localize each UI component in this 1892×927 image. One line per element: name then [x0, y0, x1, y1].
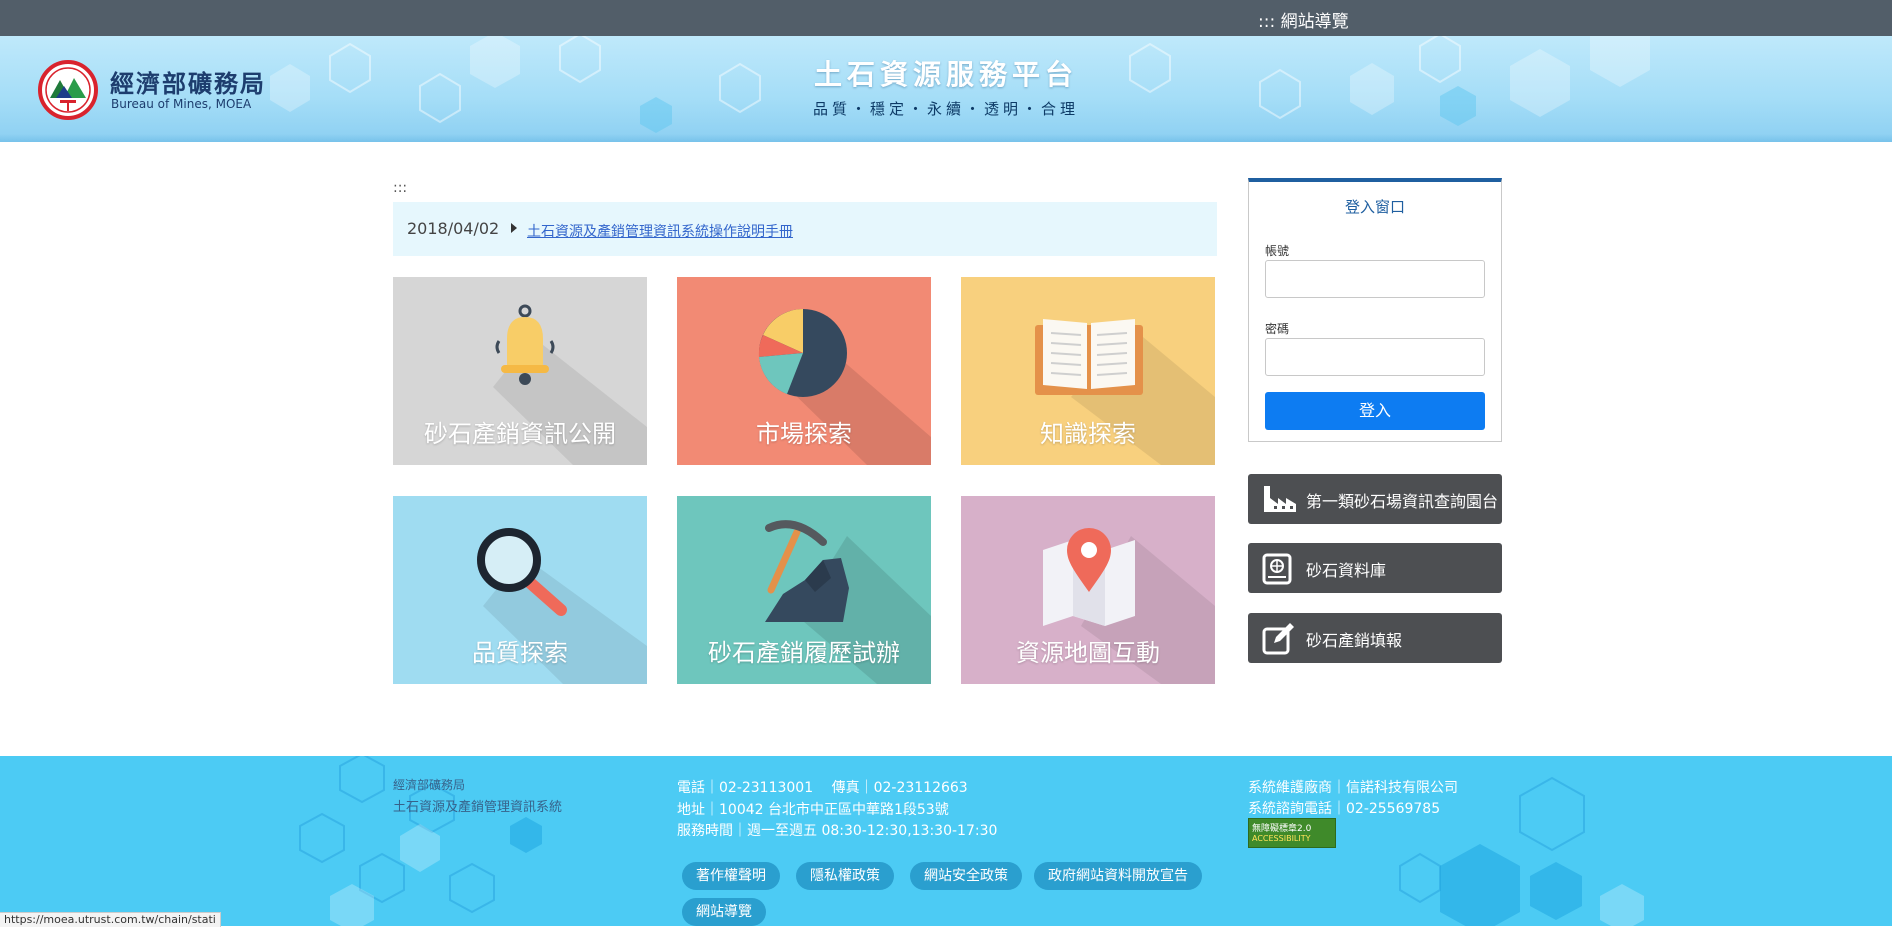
- pickaxe-rock-icon: [765, 520, 849, 622]
- tile-label: 砂石產銷資訊公開: [424, 420, 616, 448]
- login-title: 登入窗口: [1344, 198, 1405, 216]
- tile-traceability[interactable]: 砂石產銷履歷試辦: [677, 496, 931, 684]
- footer-link-privacy[interactable]: 隱私權政策: [796, 862, 894, 890]
- login-panel: 登入窗口 帳號 密碼 登入: [1248, 178, 1502, 442]
- tile-resource-map[interactable]: 資源地圖互動: [961, 496, 1215, 684]
- factory-icon: [1264, 486, 1296, 512]
- pie-chart-icon: [758, 309, 847, 397]
- bell-icon: [495, 304, 555, 385]
- footer-hours: 服務時間｜週一至週五 08:30-12:30,13:30-17:30: [677, 823, 998, 839]
- footer-system-name: 土石資源及產銷管理資訊系統: [393, 800, 563, 815]
- magnifier-icon: [477, 528, 567, 616]
- footer-link-security[interactable]: 網站安全政策: [910, 862, 1022, 890]
- site-title: 土石資源服務平台: [813, 58, 1078, 91]
- tile-label: 知識探索: [1040, 420, 1136, 448]
- edit-icon: [1262, 623, 1294, 655]
- tile-label: 市場探索: [756, 420, 852, 448]
- news-date: 2018/04/02: [407, 219, 500, 238]
- tile-market[interactable]: 市場探索: [677, 277, 931, 465]
- database-book-icon: [1262, 553, 1292, 585]
- footer-consult-phone: 系統諮詢電話｜02-25569785: [1248, 801, 1441, 817]
- footer-link-copyright[interactable]: 著作權聲明: [682, 862, 780, 890]
- footer-phone: 電話｜02-23113001 傳真｜02-23112663: [677, 780, 968, 796]
- tile-quality[interactable]: 品質探索: [393, 496, 647, 684]
- accessibility-badge[interactable]: 無障礙標章2.0 ACCESSIBILITY: [1248, 818, 1336, 848]
- footer-address: 地址｜10042 台北市中正區中華路1段53號: [677, 802, 949, 818]
- side-link-label: 砂石產銷填報: [1306, 631, 1403, 650]
- login-button[interactable]: 登入: [1265, 392, 1485, 430]
- news-bar: 2018/04/02 土石資源及產銷管理資訊系統操作說明手冊: [393, 202, 1217, 256]
- tile-sales-info[interactable]: 砂石產銷資訊公開: [393, 277, 647, 465]
- sitemap-link[interactable]: ::: 網站導覽: [1258, 7, 1349, 32]
- footer-link-open-data[interactable]: 政府網站資料開放宣告: [1034, 862, 1202, 890]
- account-input[interactable]: [1265, 260, 1485, 298]
- open-book-icon: [1035, 319, 1143, 395]
- side-link-sales-report[interactable]: 砂石產銷填報: [1248, 613, 1502, 663]
- map-pin-icon: [1043, 528, 1135, 626]
- side-link-database[interactable]: 砂石資料庫: [1248, 543, 1502, 593]
- site-slogan: 品質・穩定・永續・透明・合理: [812, 100, 1079, 118]
- account-label: 帳號: [1265, 244, 1290, 258]
- news-link[interactable]: 土石資源及產銷管理資訊系統操作說明手冊: [527, 221, 793, 241]
- footer-vendor: 系統維護廠商｜信諾科技有限公司: [1248, 780, 1458, 796]
- badge-bottom-text: ACCESSIBILITY: [1252, 834, 1311, 843]
- tile-knowledge[interactable]: 知識探索: [961, 277, 1215, 465]
- side-link-quarry-query[interactable]: 第一類砂石場資訊查詢園台: [1248, 474, 1502, 524]
- badge-top-text: 無障礙標章2.0: [1252, 824, 1312, 834]
- password-input[interactable]: [1265, 338, 1485, 376]
- side-link-label: 砂石資料庫: [1306, 561, 1387, 580]
- side-link-label: 第一類砂石場資訊查詢園台: [1306, 492, 1499, 511]
- tile-label: 品質探索: [472, 639, 568, 667]
- footer-link-sitemap[interactable]: 網站導覽: [682, 898, 766, 926]
- accesskey-marker[interactable]: :::: [393, 180, 407, 196]
- footer-org: 經濟部礦務局: [393, 778, 466, 792]
- password-label: 密碼: [1265, 322, 1290, 336]
- tile-label: 資源地圖互動: [1016, 639, 1160, 667]
- tile-label: 砂石產銷履歷試辦: [708, 639, 900, 667]
- top-nav-bar: ::: 網站導覽: [0, 0, 1892, 36]
- browser-status-bar: https://moea.utrust.com.tw/chain/stati: [0, 912, 221, 927]
- caret-right-icon: [511, 223, 517, 233]
